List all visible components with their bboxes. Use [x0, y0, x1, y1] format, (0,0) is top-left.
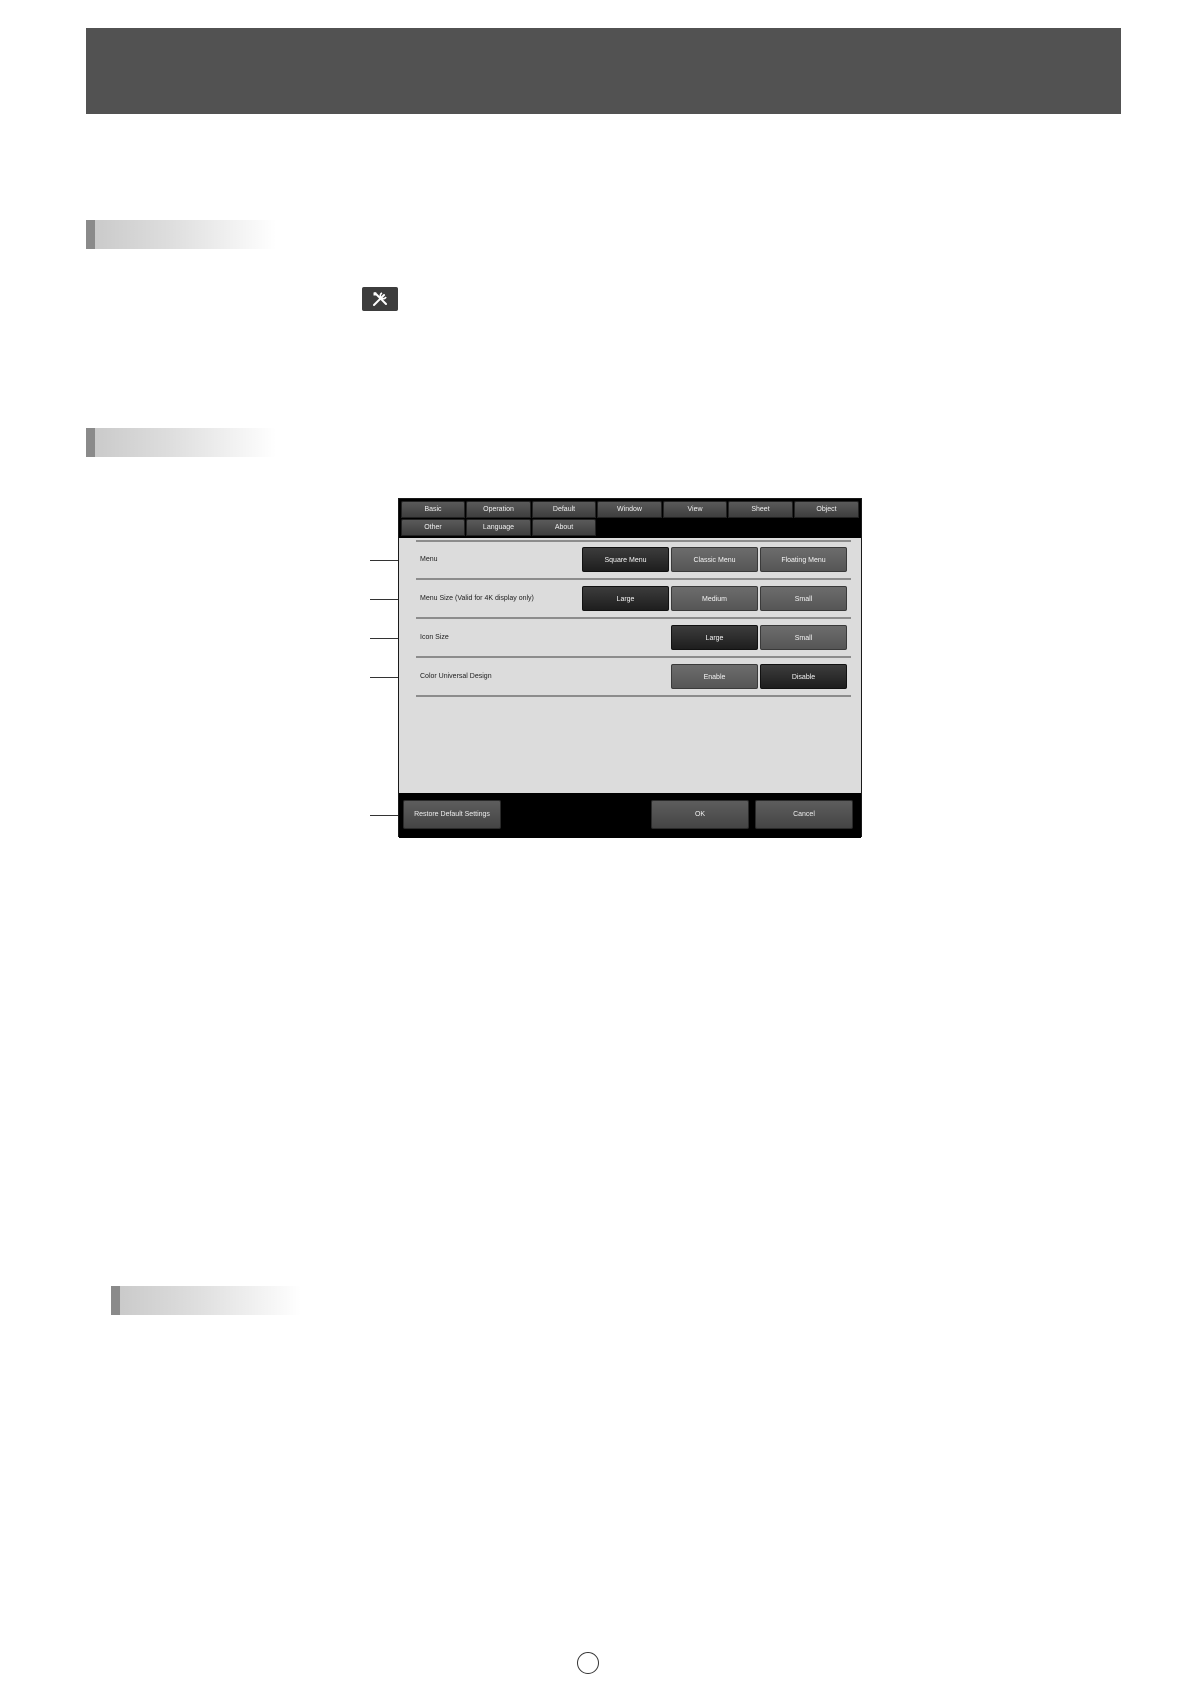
tab-sheet[interactable]: Sheet — [728, 501, 793, 518]
floating-menu-button[interactable]: Floating Menu — [760, 547, 847, 572]
row-divider — [416, 578, 851, 580]
tab-object[interactable]: Object — [794, 501, 859, 518]
row-divider — [416, 617, 851, 619]
row-divider — [416, 540, 851, 542]
tab-other[interactable]: Other — [401, 519, 465, 536]
tools-icon — [362, 287, 398, 311]
ok-button[interactable]: OK — [651, 800, 749, 829]
row-divider — [416, 695, 851, 697]
tab-language[interactable]: Language — [466, 519, 531, 536]
settings-panel: Menu Square Menu Classic Menu Floating M… — [399, 538, 861, 793]
row-divider — [416, 656, 851, 658]
menu-size-label: Menu Size (Valid for 4K display only) — [420, 595, 534, 602]
tab-view[interactable]: View — [663, 501, 727, 518]
header-bar — [86, 28, 1121, 114]
section-marker-1 — [86, 220, 276, 249]
tab-operation[interactable]: Operation — [466, 501, 531, 518]
tab-window[interactable]: Window — [597, 501, 662, 518]
tab-bar: Basic Operation Default Window View Shee… — [399, 499, 861, 538]
restore-default-settings-button[interactable]: Restore Default Settings — [403, 800, 501, 829]
cancel-button[interactable]: Cancel — [755, 800, 853, 829]
dialog-footer: Restore Default Settings OK Cancel — [399, 793, 861, 838]
settings-dialog: Basic Operation Default Window View Shee… — [398, 498, 862, 838]
menu-size-large-button[interactable]: Large — [582, 586, 669, 611]
enable-button[interactable]: Enable — [671, 664, 758, 689]
section-marker-3 — [111, 1286, 301, 1315]
color-universal-design-label: Color Universal Design — [420, 673, 492, 680]
classic-menu-button[interactable]: Classic Menu — [671, 547, 758, 572]
disable-button[interactable]: Disable — [760, 664, 847, 689]
square-menu-button[interactable]: Square Menu — [582, 547, 669, 572]
page-number-circle — [577, 1652, 599, 1674]
tab-basic[interactable]: Basic — [401, 501, 465, 518]
menu-label: Menu — [420, 556, 438, 563]
tab-default[interactable]: Default — [532, 501, 596, 518]
icon-size-large-button[interactable]: Large — [671, 625, 758, 650]
icon-size-small-button[interactable]: Small — [760, 625, 847, 650]
section-marker-2 — [86, 428, 276, 457]
icon-size-label: Icon Size — [420, 634, 449, 641]
menu-size-small-button[interactable]: Small — [760, 586, 847, 611]
menu-size-medium-button[interactable]: Medium — [671, 586, 758, 611]
tab-about[interactable]: About — [532, 519, 596, 536]
